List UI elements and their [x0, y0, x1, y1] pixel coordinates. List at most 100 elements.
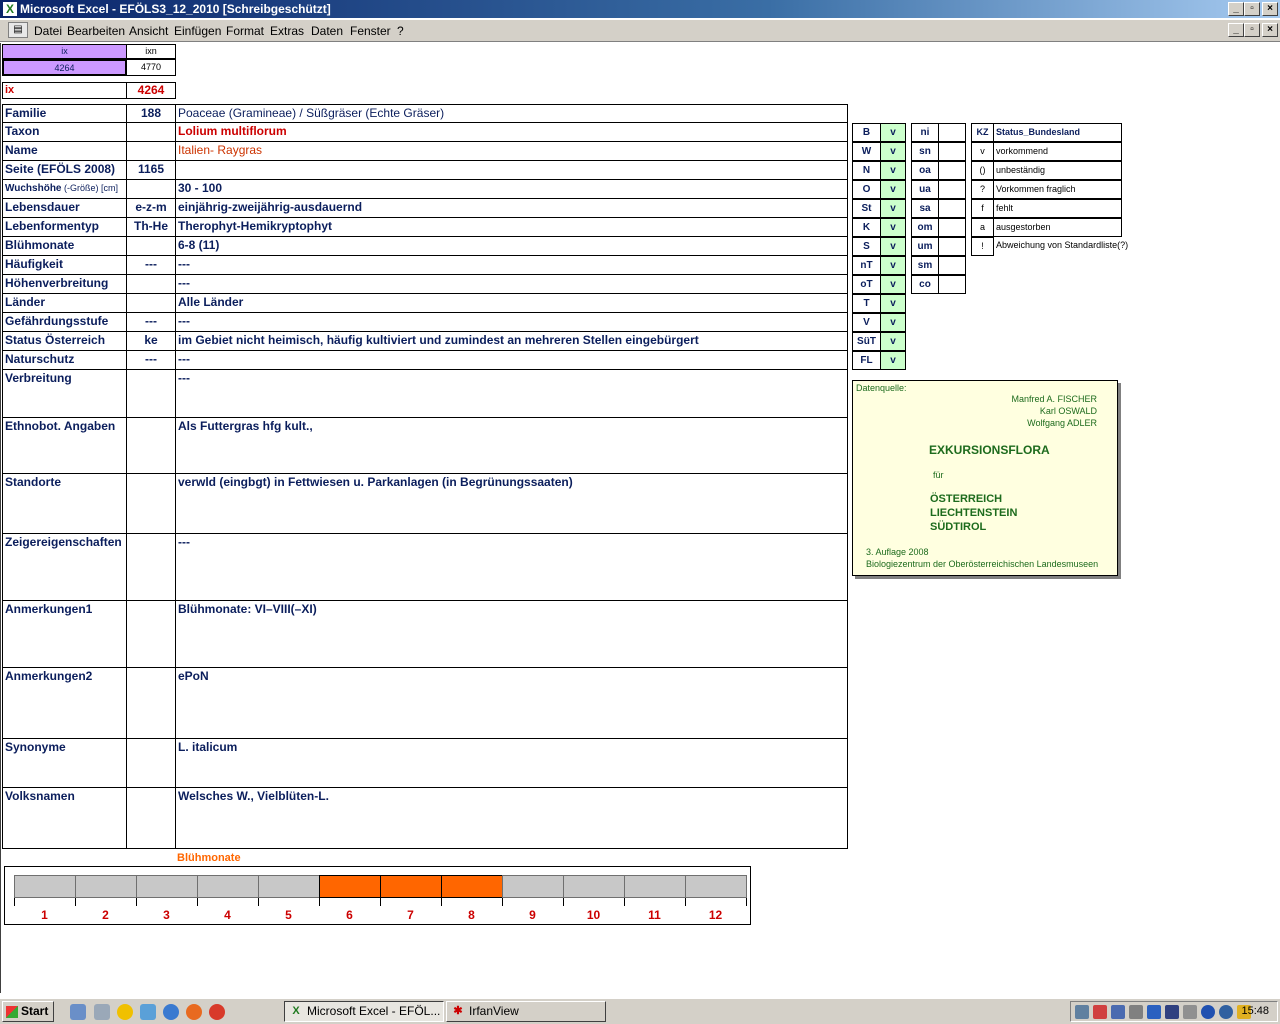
field-value[interactable]: Lolium multiflorum	[175, 122, 848, 142]
ix-value-cell[interactable]: 4264	[2, 59, 127, 76]
field-code[interactable]	[126, 236, 176, 256]
network-icon[interactable]	[140, 1004, 156, 1020]
title-bar[interactable]: X Microsoft Excel - EFÖLS3_12_2010 [Schr…	[0, 0, 1280, 18]
menu-format[interactable]: Format	[226, 24, 264, 38]
field-value[interactable]: Blühmonate: VI–VIII(–XI)	[175, 600, 848, 668]
doc-minimize-button[interactable]: _	[1228, 23, 1244, 37]
region-status[interactable]: v	[880, 275, 906, 294]
field-value[interactable]: Therophyt-Hemikryptophyt	[175, 217, 848, 237]
menu-datei[interactable]: Datei	[34, 24, 62, 38]
excel-x-icon[interactable]: X	[3, 2, 17, 16]
close-button[interactable]: ×	[1262, 2, 1278, 16]
tray-volume-icon[interactable]	[1093, 1005, 1107, 1019]
neighbor-status[interactable]	[938, 218, 966, 237]
tray-search-icon[interactable]	[1111, 1005, 1125, 1019]
minimize-button[interactable]: _	[1228, 2, 1244, 16]
field-value[interactable]: im Gebiet nicht heimisch, häufig kultivi…	[175, 331, 848, 351]
field-value[interactable]: ---	[175, 533, 848, 601]
tray-update-icon[interactable]	[1219, 1005, 1233, 1019]
neighbor-status[interactable]	[938, 256, 966, 275]
field-value[interactable]: verwld (eingbgt) in Fettwiesen u. Parkan…	[175, 473, 848, 534]
internet-explorer-icon[interactable]	[163, 1004, 179, 1020]
field-code[interactable]: ke	[126, 331, 176, 351]
taskbar-item-excel[interactable]: X Microsoft Excel - EFÖL...	[284, 1001, 444, 1022]
field-code[interactable]	[126, 473, 176, 534]
field-code[interactable]: Th-He	[126, 217, 176, 237]
neighbor-status[interactable]	[938, 180, 966, 199]
field-value[interactable]: ---	[175, 312, 848, 332]
neighbor-status[interactable]	[938, 161, 966, 180]
tray-monitor-icon[interactable]	[1075, 1005, 1089, 1019]
region-status[interactable]: v	[880, 351, 906, 370]
field-value[interactable]: 30 - 100	[175, 179, 848, 199]
region-status[interactable]: v	[880, 218, 906, 237]
neighbor-status[interactable]	[938, 199, 966, 218]
region-status[interactable]: v	[880, 123, 906, 142]
doc-restore-button[interactable]: ▫	[1244, 23, 1260, 37]
field-code[interactable]	[126, 274, 176, 294]
field-code[interactable]	[126, 600, 176, 668]
chrome-icon[interactable]	[209, 1004, 225, 1020]
neighbor-status[interactable]	[938, 237, 966, 256]
region-status[interactable]: v	[880, 237, 906, 256]
menu-help[interactable]: ?	[397, 24, 404, 38]
datenquelle-box[interactable]: Datenquelle: Manfred A. FISCHER Karl OSW…	[852, 380, 1118, 576]
field-value[interactable]: ---	[175, 369, 848, 418]
field-code[interactable]	[126, 667, 176, 739]
maximize-button[interactable]: ▫	[1244, 2, 1260, 16]
menu-extras[interactable]: Extras	[270, 24, 304, 38]
region-status[interactable]: v	[880, 199, 906, 218]
field-value[interactable]: Italien- Raygras	[175, 141, 848, 161]
region-status[interactable]: v	[880, 294, 906, 313]
region-status[interactable]: v	[880, 180, 906, 199]
field-code[interactable]: 188	[126, 104, 176, 123]
show-desktop-icon[interactable]	[70, 1004, 86, 1020]
tray-settings-icon[interactable]	[1183, 1005, 1197, 1019]
tray-info-icon[interactable]	[1201, 1005, 1215, 1019]
field-code[interactable]: ---	[126, 312, 176, 332]
field-value[interactable]	[175, 160, 848, 180]
menu-ansicht[interactable]: Ansicht	[129, 24, 168, 38]
field-code[interactable]	[126, 141, 176, 161]
tray-shield-icon[interactable]	[1165, 1005, 1179, 1019]
field-value[interactable]: Als Futtergras hfg kult.,	[175, 417, 848, 474]
menu-daten[interactable]: Daten	[311, 24, 343, 38]
field-value[interactable]: ---	[175, 255, 848, 275]
field-code[interactable]	[126, 293, 176, 313]
region-status[interactable]: v	[880, 161, 906, 180]
taskbar-item-irfanview[interactable]: ✱ IrfanView	[446, 1001, 606, 1022]
start-button[interactable]: Start	[2, 1001, 54, 1022]
field-code[interactable]	[126, 533, 176, 601]
doc-close-button[interactable]: ×	[1262, 23, 1278, 37]
menu-fenster[interactable]: Fenster	[350, 24, 391, 38]
field-value[interactable]: ePoN	[175, 667, 848, 739]
field-code[interactable]	[126, 738, 176, 788]
field-code[interactable]	[126, 787, 176, 849]
field-code[interactable]: ---	[126, 350, 176, 370]
field-value[interactable]: L. italicum	[175, 738, 848, 788]
neighbor-status[interactable]	[938, 142, 966, 161]
field-code[interactable]	[126, 179, 176, 199]
region-status[interactable]: v	[880, 142, 906, 161]
region-status[interactable]: v	[880, 313, 906, 332]
workbook-icon[interactable]: ▤	[8, 22, 28, 38]
tray-tool-icon[interactable]	[1129, 1005, 1143, 1019]
field-value[interactable]: Poaceae (Gramineae) / Süßgräser (Echte G…	[175, 104, 848, 123]
field-value[interactable]: Welsches W., Vielblüten-L.	[175, 787, 848, 849]
field-value[interactable]: Alle Länder	[175, 293, 848, 313]
field-code[interactable]	[126, 369, 176, 418]
tray-bluetooth-icon[interactable]	[1147, 1005, 1161, 1019]
ixn-value-cell[interactable]: 4770	[126, 59, 176, 76]
field-code[interactable]: 1165	[126, 160, 176, 180]
field-code[interactable]	[126, 122, 176, 142]
menu-bearbeiten[interactable]: Bearbeiten	[67, 24, 125, 38]
neighbor-status[interactable]	[938, 275, 966, 294]
field-code[interactable]: e-z-m	[126, 198, 176, 218]
firefox-icon[interactable]	[186, 1004, 202, 1020]
field-value[interactable]: 6-8 (11)	[175, 236, 848, 256]
field-code[interactable]: ---	[126, 255, 176, 275]
explorer-icon[interactable]	[94, 1004, 110, 1020]
media-player-icon[interactable]	[117, 1004, 133, 1020]
region-status[interactable]: v	[880, 256, 906, 275]
ix-big-value[interactable]: 4264	[126, 82, 176, 99]
